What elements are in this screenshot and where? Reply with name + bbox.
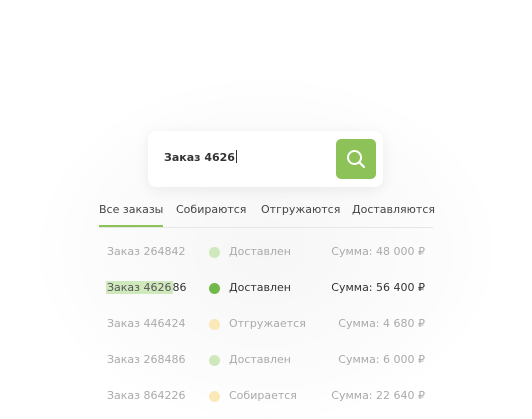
- order-status: Собирается: [229, 389, 297, 402]
- order-number: Заказ 462686: [106, 281, 187, 294]
- order-filter-tabs: Все заказы Собираются Отгружаются Достав…: [99, 203, 435, 228]
- search-match-highlight: Заказ 4626: [106, 281, 173, 294]
- status-dot: [209, 319, 220, 330]
- order-number: Заказ 264842: [107, 245, 186, 258]
- order-row[interactable]: Заказ 264842 Доставлен Сумма: 48 000 ₽: [0, 243, 532, 263]
- order-number-text: Заказ 268486: [107, 353, 186, 366]
- search-box: Заказ 4626: [148, 131, 383, 187]
- order-status: Отгружается: [229, 317, 306, 330]
- order-sum: Сумма: 56 400 ₽: [331, 281, 425, 294]
- order-number: Заказ 446424: [107, 317, 186, 330]
- status-dot: [209, 283, 220, 294]
- tab-all-orders[interactable]: Все заказы: [99, 203, 164, 227]
- search-icon: [347, 150, 366, 169]
- tab-assembling[interactable]: Собираются: [176, 203, 246, 226]
- status-dot: [209, 247, 220, 258]
- order-status: Доставлен: [229, 281, 291, 294]
- order-row-selected[interactable]: Заказ 462686 Доставлен Сумма: 56 400 ₽: [0, 279, 532, 299]
- tab-delivering[interactable]: Доставляются: [352, 203, 435, 226]
- order-row[interactable]: Заказ 864226 Собирается Сумма: 22 640 ₽: [0, 387, 532, 407]
- status-dot: [209, 391, 220, 402]
- tab-shipping[interactable]: Отгружаются: [261, 203, 340, 226]
- order-number-text: Заказ 264842: [107, 245, 186, 258]
- order-row[interactable]: Заказ 268486 Доставлен Сумма: 6 000 ₽: [0, 351, 532, 371]
- order-sum: Сумма: 6 000 ₽: [338, 353, 425, 366]
- order-number: Заказ 268486: [107, 353, 186, 366]
- status-dot: [209, 355, 220, 366]
- order-status: Доставлен: [229, 353, 291, 366]
- order-row[interactable]: Заказ 446424 Отгружается Сумма: 4 680 ₽: [0, 315, 532, 335]
- order-sum: Сумма: 22 640 ₽: [331, 389, 425, 402]
- search-input[interactable]: Заказ 4626: [164, 150, 237, 164]
- search-button[interactable]: [336, 139, 376, 179]
- order-number: Заказ 864226: [107, 389, 186, 402]
- order-status: Доставлен: [229, 245, 291, 258]
- order-number-text: 86: [172, 281, 187, 294]
- text-caret: [235, 150, 237, 163]
- order-number-text: Заказ 446424: [107, 317, 186, 330]
- order-sum: Сумма: 4 680 ₽: [338, 317, 425, 330]
- search-input-value: Заказ 4626: [164, 151, 235, 164]
- order-sum: Сумма: 48 000 ₽: [331, 245, 425, 258]
- order-number-text: Заказ 864226: [107, 389, 186, 402]
